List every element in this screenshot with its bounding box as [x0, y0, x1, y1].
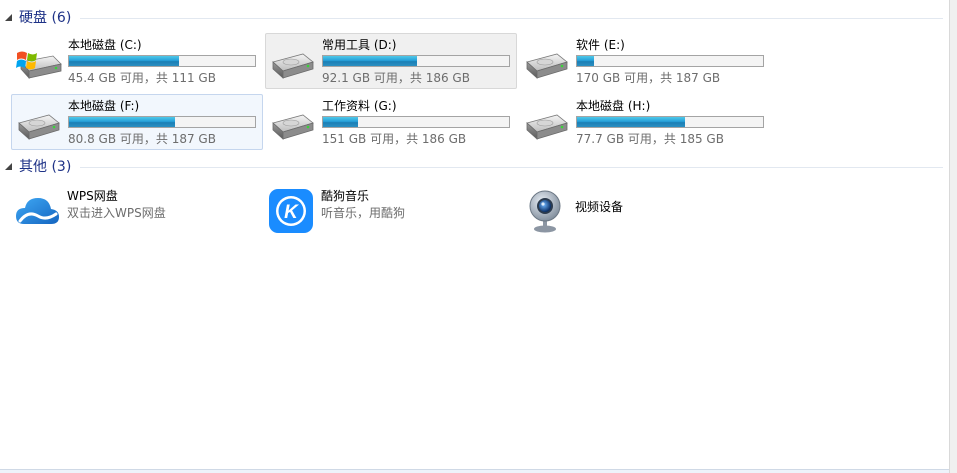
kugou-icon: K — [269, 189, 313, 233]
group-divider — [80, 18, 943, 19]
drive-usage-fill — [577, 56, 594, 66]
cloud-icon — [16, 198, 59, 224]
drive-usage-fill — [577, 117, 685, 127]
drive-usage-fill — [323, 56, 417, 66]
item-description: 听音乐，用酷狗 — [321, 206, 406, 220]
drive-usage-bar — [322, 55, 510, 67]
group-title-drives: 硬盘 (6) — [19, 10, 72, 26]
svg-text:K: K — [284, 202, 299, 223]
drive-name: 常用工具 (D:) — [322, 38, 397, 52]
status-bar-edge — [0, 469, 949, 473]
window-right-border — [949, 0, 957, 473]
drive-tile-c[interactable]: 本地磁盘 (C:) 45.4 GB 可用，共 111 GB — [11, 33, 263, 89]
item-description: 双击进入WPS网盘 — [67, 206, 166, 220]
drive-usage-bar — [322, 116, 510, 128]
wps-cloud-tile[interactable]: WPS网盘 双击进入WPS网盘 — [11, 184, 263, 234]
drive-name: 本地磁盘 (F:) — [68, 99, 140, 113]
collapse-arrow-icon[interactable] — [4, 162, 13, 171]
drive-usage-bar — [68, 116, 256, 128]
drive-free-space: 151 GB 可用，共 186 GB — [322, 132, 467, 146]
drive-name: 本地磁盘 (C:) — [68, 38, 142, 52]
drive-usage-fill — [69, 56, 179, 66]
drive-usage-fill — [323, 117, 358, 127]
drive-tile-d[interactable]: 常用工具 (D:) 92.1 GB 可用，共 186 GB — [265, 33, 517, 89]
hard-drive-icon — [272, 53, 314, 79]
hard-drive-icon — [272, 114, 314, 140]
group-divider — [80, 167, 943, 168]
item-name: 视频设备 — [575, 200, 624, 214]
drive-tile-g[interactable]: 工作资料 (G:) 151 GB 可用，共 186 GB — [265, 94, 517, 150]
windows-drive-icon — [16, 51, 62, 80]
drive-free-space: 92.1 GB 可用，共 186 GB — [322, 71, 470, 85]
drive-usage-fill — [69, 117, 175, 127]
hard-drive-icon — [526, 53, 568, 79]
drive-tile-f[interactable]: 本地磁盘 (F:) 80.8 GB 可用，共 187 GB — [11, 94, 263, 150]
group-title-other: 其他 (3) — [19, 159, 72, 175]
drive-tile-e[interactable]: 软件 (E:) 170 GB 可用，共 187 GB — [519, 33, 771, 89]
drive-usage-bar — [68, 55, 256, 67]
video-device-tile[interactable]: 视频设备 — [519, 184, 771, 234]
drive-free-space: 170 GB 可用，共 187 GB — [576, 71, 721, 85]
webcam-icon — [529, 190, 561, 233]
group-header-drives[interactable]: 硬盘 (6) — [0, 8, 943, 28]
group-header-other[interactable]: 其他 (3) — [0, 157, 943, 177]
drive-tile-h[interactable]: 本地磁盘 (H:) 77.7 GB 可用，共 185 GB — [519, 94, 771, 150]
drive-usage-bar — [576, 116, 764, 128]
drive-name: 工作资料 (G:) — [322, 99, 397, 113]
kugou-music-tile[interactable]: K 酷狗音乐 听音乐，用酷狗 — [265, 184, 517, 234]
drive-usage-bar — [576, 55, 764, 67]
drive-free-space: 77.7 GB 可用，共 185 GB — [576, 132, 724, 146]
hard-drive-icon — [18, 114, 60, 140]
item-name: WPS网盘 — [67, 189, 118, 203]
collapse-arrow-icon[interactable] — [4, 13, 13, 22]
drive-name: 软件 (E:) — [576, 38, 625, 52]
item-name: 酷狗音乐 — [321, 189, 370, 203]
hard-drive-icon — [526, 114, 568, 140]
drive-free-space: 45.4 GB 可用，共 111 GB — [68, 71, 216, 85]
drive-name: 本地磁盘 (H:) — [576, 99, 651, 113]
drive-free-space: 80.8 GB 可用，共 187 GB — [68, 132, 216, 146]
